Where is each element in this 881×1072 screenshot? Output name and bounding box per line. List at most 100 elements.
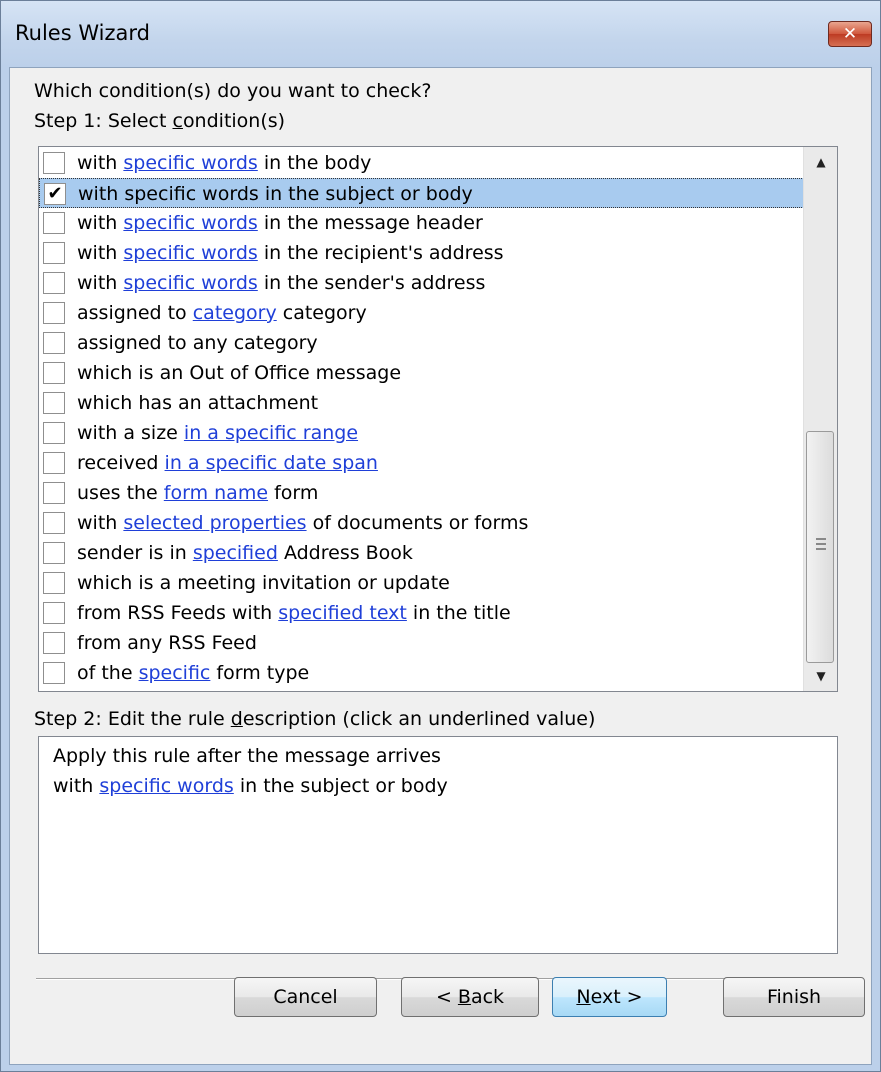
condition-link[interactable]: specific words	[123, 212, 257, 234]
next-button[interactable]: Next >	[552, 977, 667, 1017]
scroll-up-icon[interactable]: ▲	[804, 147, 837, 177]
condition-checkbox[interactable]	[43, 542, 65, 564]
condition-label: with specific words in the subject or bo…	[78, 183, 473, 205]
condition-label: of the specific form type	[77, 662, 309, 684]
scroll-grip-icon	[816, 538, 826, 550]
description-text: in the subject or body	[233, 775, 448, 797]
checkmark-icon: ✔	[47, 183, 63, 204]
condition-link[interactable]: specified	[193, 542, 278, 564]
condition-text: in the message header	[257, 212, 483, 234]
title-bar[interactable]: Rules Wizard ✕	[1, 1, 880, 67]
condition-checkbox[interactable]	[43, 212, 65, 234]
condition-list-scrollbar[interactable]: ▲ ▼	[803, 147, 837, 691]
condition-row[interactable]: with specific words in the body	[39, 148, 804, 178]
condition-text: with	[77, 512, 124, 534]
close-button[interactable]: ✕	[828, 21, 872, 47]
condition-prompt: Which condition(s) do you want to check?	[34, 80, 432, 102]
condition-row[interactable]: with specific words in the sender's addr…	[39, 268, 804, 298]
condition-row[interactable]: received in a specific date span	[39, 448, 804, 478]
condition-row[interactable]: sender is in specified Address Book	[39, 538, 804, 568]
condition-link[interactable]: specific words	[123, 242, 257, 264]
condition-checkbox[interactable]	[43, 332, 65, 354]
dialog-body: Which condition(s) do you want to check?…	[9, 67, 872, 1065]
step1-label-end: ondition(s)	[182, 110, 286, 132]
condition-checkbox[interactable]	[43, 452, 65, 474]
condition-row[interactable]: with selected properties of documents or…	[39, 508, 804, 538]
condition-text: with	[77, 242, 124, 264]
close-icon: ✕	[842, 24, 858, 44]
condition-text: form type	[210, 662, 310, 684]
condition-row[interactable]: assigned to any category	[39, 328, 804, 358]
condition-text: in the sender's address	[257, 272, 486, 294]
condition-checkbox[interactable]	[43, 242, 65, 264]
condition-checkbox[interactable]	[43, 272, 65, 294]
description-line-1: Apply this rule after the message arrive…	[53, 745, 441, 767]
condition-text: with	[77, 272, 124, 294]
condition-link[interactable]: specific words	[123, 272, 257, 294]
condition-row[interactable]: which is a meeting invitation or update	[39, 568, 804, 598]
condition-row[interactable]: from RSS Feeds with specified text in th…	[39, 598, 804, 628]
condition-text: sender is in	[77, 542, 193, 564]
condition-checkbox[interactable]	[43, 572, 65, 594]
condition-text: uses the	[77, 482, 164, 504]
condition-checkbox[interactable]	[43, 482, 65, 504]
finish-button[interactable]: Finish	[723, 977, 865, 1017]
condition-row[interactable]: from any RSS Feed	[39, 628, 804, 658]
condition-text: of the	[77, 662, 139, 684]
condition-label: uses the form name form	[77, 482, 318, 504]
condition-checkbox[interactable]	[43, 632, 65, 654]
condition-link[interactable]: specific words	[123, 152, 257, 174]
condition-checkbox[interactable]	[43, 662, 65, 684]
condition-row[interactable]: with specific words in the recipient's a…	[39, 238, 804, 268]
scroll-down-icon[interactable]: ▼	[804, 661, 837, 691]
condition-row[interactable]: which is an Out of Office message	[39, 358, 804, 388]
condition-label: with selected properties of documents or…	[77, 512, 528, 534]
condition-checkbox[interactable]	[43, 602, 65, 624]
next-label-end: ext >	[590, 986, 643, 1008]
condition-link[interactable]: category	[193, 302, 277, 324]
specific-words-link[interactable]: specific words	[99, 775, 233, 797]
step2-label-end: escription (click an underlined value)	[242, 708, 596, 730]
condition-text: assigned to	[77, 302, 193, 324]
condition-row[interactable]: assigned to category category	[39, 298, 804, 328]
condition-list[interactable]: with specific words in the body ✔ with spe…	[38, 146, 838, 692]
condition-label: assigned to any category	[77, 332, 318, 354]
condition-link[interactable]: specified text	[278, 602, 407, 624]
condition-link[interactable]: form name	[164, 482, 268, 504]
condition-checkbox[interactable]: ✔	[44, 183, 66, 205]
condition-row[interactable]: with specific words in the message heade…	[39, 208, 804, 238]
scroll-thumb[interactable]	[806, 431, 834, 663]
condition-label: which is a meeting invitation or update	[77, 572, 450, 594]
condition-label: with a size in a specific range	[77, 422, 358, 444]
condition-link[interactable]: selected properties	[123, 512, 306, 534]
step2-label: Step 2: Edit the rule description (click…	[34, 708, 595, 730]
rules-wizard-window: Rules Wizard ✕ Which condition(s) do you…	[0, 0, 881, 1072]
cancel-button[interactable]: Cancel	[234, 977, 377, 1017]
back-button[interactable]: < Back	[401, 977, 539, 1017]
condition-text: in the title	[406, 602, 511, 624]
back-label-start: <	[435, 986, 458, 1008]
condition-link[interactable]: in a specific date span	[165, 452, 378, 474]
back-access-key: B	[457, 986, 471, 1008]
condition-label: which is an Out of Office message	[77, 362, 401, 384]
condition-row[interactable]: with a size in a specific range	[39, 418, 804, 448]
condition-row[interactable]: which has an attachment	[39, 388, 804, 418]
condition-checkbox[interactable]	[43, 392, 65, 414]
condition-row[interactable]: of the specific form type	[39, 658, 804, 688]
condition-checkbox[interactable]	[43, 422, 65, 444]
condition-link[interactable]: in a specific range	[184, 422, 358, 444]
rule-description-box: Apply this rule after the message arrive…	[38, 736, 838, 954]
condition-label: with specific words in the sender's addr…	[77, 272, 485, 294]
condition-checkbox[interactable]	[43, 152, 65, 174]
condition-checkbox[interactable]	[43, 302, 65, 324]
condition-row[interactable]: ✔ with specific words in the subject or b…	[39, 178, 804, 208]
condition-label: with specific words in the body	[77, 152, 371, 174]
condition-text: of documents or forms	[306, 512, 529, 534]
condition-row[interactable]: uses the form name form	[39, 478, 804, 508]
condition-label: from RSS Feeds with specified text in th…	[77, 602, 511, 624]
condition-link[interactable]: specific	[139, 662, 211, 684]
condition-text: with	[77, 212, 124, 234]
condition-checkbox[interactable]	[43, 512, 65, 534]
condition-checkbox[interactable]	[43, 362, 65, 384]
condition-text: from any RSS Feed	[77, 632, 257, 654]
